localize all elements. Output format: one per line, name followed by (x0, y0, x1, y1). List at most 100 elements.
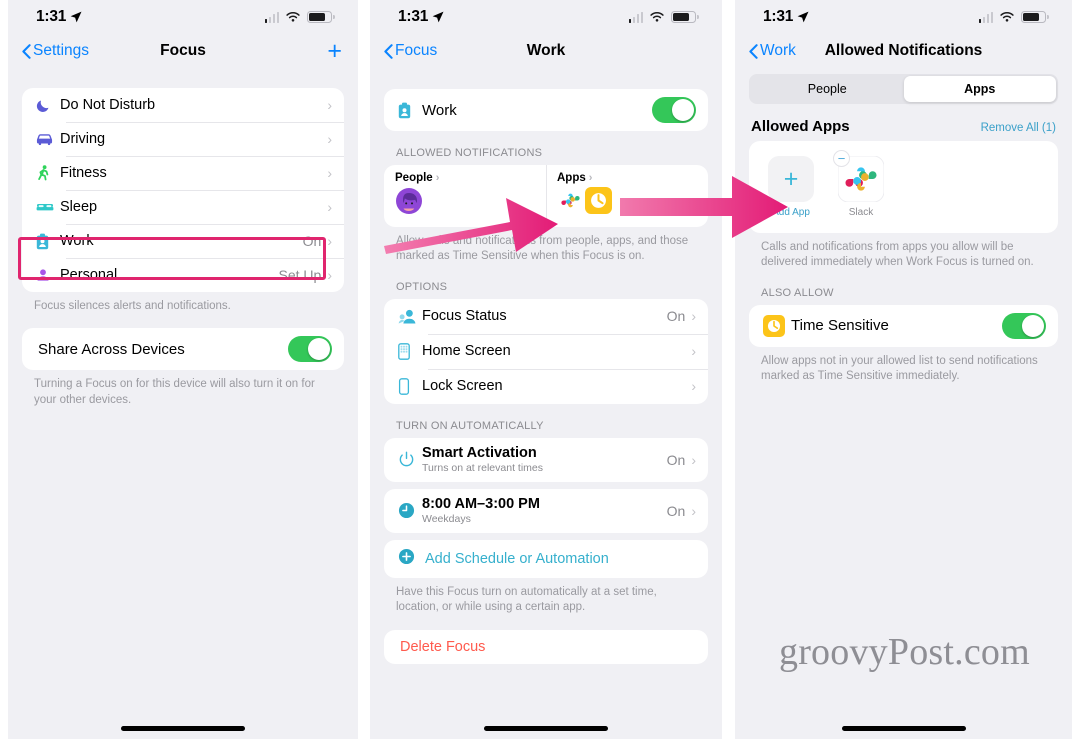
status-bar-indicators (264, 11, 335, 23)
option-row-lock-screen[interactable]: Lock Screen › (384, 368, 708, 404)
focus-status-icon (398, 308, 422, 325)
location-arrow-icon (70, 11, 82, 23)
phone-panel-allowed-notifications: 1:31 Work Allowed Notifications People A… (735, 0, 1072, 739)
status-bar-time: 1:31 (398, 8, 429, 25)
focus-row-fitness[interactable]: Fitness › (22, 156, 344, 190)
share-across-devices-row[interactable]: Share Across Devices (22, 328, 344, 370)
automation-footnote: Have this Focus turn on automatically at… (396, 585, 657, 614)
people-card[interactable]: People › (384, 165, 546, 227)
share-across-devices-group: Share Across Devices (22, 328, 344, 371)
allowed-notifications-header: ALLOWED NOTIFICATIONS (396, 147, 543, 159)
work-toggle-group: Work (384, 89, 708, 131)
status-bar-time: 1:31 (763, 8, 794, 25)
power-icon (398, 451, 422, 468)
add-app-square[interactable]: + (768, 156, 814, 202)
status-bar-indicators (628, 11, 699, 23)
apps-card[interactable]: Apps › (546, 165, 708, 227)
focus-row-label: Driving (60, 131, 106, 147)
automation-row-text: Smart Activation Turns on at relevant ti… (422, 445, 667, 474)
person-icon (36, 268, 60, 282)
allowed-notifications-footnote: Allow calls and notifications from peopl… (396, 235, 689, 263)
cellular-bars-icon (628, 11, 643, 23)
option-row-home-screen[interactable]: Home Screen › (384, 333, 708, 369)
options-group: Focus Status On › Home Screen › Lock Scr… (384, 298, 708, 404)
wifi-icon (286, 12, 300, 22)
add-focus-button[interactable]: + (327, 38, 344, 64)
people-card-title-group: People › (395, 172, 546, 184)
share-footnote: Turning a Focus on for this device will … (34, 378, 315, 406)
back-button-label: Work (760, 42, 796, 59)
option-row-label: Home Screen (422, 343, 511, 360)
time-sensitive-footnote: Allow apps not in your allowed list to s… (761, 354, 1038, 383)
focus-row-sleep[interactable]: Sleep › (22, 190, 344, 224)
focus-row-value: On (302, 233, 322, 249)
people-apps-segmented-control[interactable]: People Apps (749, 74, 1058, 104)
delete-focus-row[interactable]: Delete Focus (384, 630, 708, 664)
app-tile-slack[interactable]: − Slack (833, 150, 889, 218)
focus-row-driving[interactable]: Driving › (22, 122, 344, 156)
phone-panel-work-focus: 1:31 Focus Work Work ALLOWED NOTIFICATIO… (370, 0, 722, 739)
lock-screen-icon (398, 377, 422, 395)
remove-all-button[interactable]: Remove All (1) (981, 122, 1056, 134)
focus-row-label: Work (60, 233, 94, 249)
focus-footnote: Focus silences alerts and notifications. (34, 300, 231, 312)
automation-group-smart: Smart Activation Turns on at relevant ti… (384, 437, 708, 482)
cellular-bars-icon (978, 11, 993, 23)
battery-icon (1021, 11, 1049, 23)
wifi-icon (1000, 12, 1014, 22)
segment-apps[interactable]: Apps (903, 76, 1056, 102)
focus-row-label: Personal (60, 267, 118, 283)
focus-row-personal[interactable]: Personal Set Up › (22, 258, 344, 292)
automation-row-sublabel: Turns on at relevant times (422, 461, 543, 474)
work-focus-toggle[interactable] (652, 97, 696, 123)
badge-icon (36, 233, 60, 250)
avatar-icon (396, 188, 422, 214)
status-bar-time-group: 1:31 (36, 8, 82, 26)
slack-icon (557, 187, 584, 214)
battery-icon (307, 11, 335, 23)
allowed-notifications-card: People › Apps › (384, 165, 708, 227)
moon-icon (36, 98, 60, 113)
focus-list-group: Do Not Disturb › Driving › Fitness › Sle… (22, 88, 344, 292)
home-screen-icon (398, 342, 422, 360)
clock-icon (398, 502, 422, 519)
work-focus-label: Work (422, 101, 457, 119)
people-card-title: People (395, 172, 433, 184)
automation-row-schedule[interactable]: 8:00 AM–3:00 PM Weekdays On › (384, 489, 708, 533)
minus-badge-icon[interactable]: − (833, 150, 850, 167)
badge-icon (398, 102, 422, 119)
delete-focus-label: Delete Focus (400, 638, 486, 655)
back-button-work[interactable]: Work (749, 42, 796, 60)
apps-card-title-group: Apps › (557, 172, 708, 184)
time-sensitive-toggle[interactable] (1002, 312, 1046, 339)
back-button-label: Focus (395, 42, 438, 59)
car-icon (36, 133, 60, 146)
segment-people[interactable]: People (751, 76, 904, 102)
focus-row-work[interactable]: Work On › (22, 224, 344, 258)
chevron-right-icon: › (327, 131, 332, 147)
battery-icon (671, 11, 699, 23)
work-focus-row[interactable]: Work (384, 89, 708, 131)
share-across-devices-toggle[interactable] (288, 336, 332, 363)
back-button-settings[interactable]: Settings (22, 42, 89, 60)
focus-row-label: Sleep (60, 199, 98, 215)
add-app-tile[interactable]: + Add App (763, 156, 819, 218)
chevron-left-icon (384, 43, 393, 59)
automation-row-value: On (666, 451, 686, 468)
home-indicator (121, 726, 245, 731)
chevron-right-icon: › (691, 308, 696, 325)
add-schedule-row[interactable]: Add Schedule or Automation (384, 540, 708, 578)
location-arrow-icon (432, 11, 444, 23)
time-sensitive-label: Time Sensitive (791, 317, 889, 335)
chevron-right-icon: › (588, 171, 593, 184)
focus-row-do-not-disturb[interactable]: Do Not Disturb › (22, 88, 344, 122)
people-avatars (395, 187, 546, 215)
automation-row-value: On (666, 502, 686, 519)
back-button-focus[interactable]: Focus (384, 42, 437, 60)
automation-row-smart-activation[interactable]: Smart Activation Turns on at relevant ti… (384, 438, 708, 482)
time-sensitive-row[interactable]: Time Sensitive (749, 305, 1058, 347)
add-schedule-label: Add Schedule or Automation (425, 550, 609, 567)
option-row-label: Focus Status (422, 308, 507, 325)
option-row-focus-status[interactable]: Focus Status On › (384, 299, 708, 334)
nav-bar: Settings Focus + (8, 34, 358, 68)
